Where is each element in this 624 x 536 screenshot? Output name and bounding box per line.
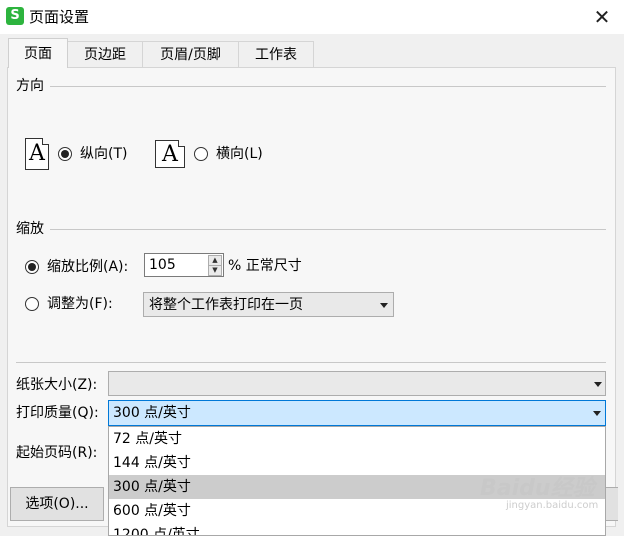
section-divider (50, 229, 606, 230)
scale-suffix: % 正常尺寸 (228, 258, 302, 274)
ok-button[interactable] (604, 487, 618, 521)
portrait-page-icon: A (25, 138, 49, 170)
paper-size-select[interactable] (108, 371, 606, 396)
scaling-section-label: 缩放 (16, 221, 44, 237)
portrait-label[interactable]: 纵向(T) (80, 145, 127, 163)
spin-down-button[interactable]: ▼ (208, 265, 222, 276)
tab-margins[interactable]: 页边距 (67, 41, 143, 67)
scale-value: 105 (149, 257, 176, 273)
print-quality-value: 300 点/英寸 (113, 405, 191, 421)
fit-radio[interactable] (25, 297, 39, 311)
scale-label[interactable]: 缩放比例(A): (47, 258, 128, 276)
fit-label[interactable]: 调整为(F): (47, 295, 113, 313)
close-button[interactable]: ✕ (586, 3, 618, 31)
paper-size-label: 纸张大小(Z): (16, 377, 98, 393)
dialog-title: 页面设置 (29, 8, 90, 26)
tab-sheet[interactable]: 工作表 (238, 41, 314, 67)
chevron-down-icon (593, 411, 601, 416)
title-bar (0, 0, 624, 34)
fit-select[interactable]: 将整个工作表打印在一页 (143, 292, 394, 317)
scale-stepper[interactable]: 105 ▲ ▼ (144, 253, 224, 277)
dropdown-option[interactable]: 144 点/英寸 (109, 451, 605, 475)
first-page-label: 起始页码(R): (16, 445, 98, 461)
dropdown-option[interactable]: 72 点/英寸 (109, 427, 605, 451)
wps-spreadsheet-icon: S (6, 7, 24, 25)
watermark: Baidu经验 (480, 476, 595, 501)
options-button[interactable]: 选项(O)... (10, 487, 104, 521)
landscape-radio[interactable] (194, 147, 208, 161)
print-quality-select[interactable]: 300 点/英寸 (108, 400, 606, 426)
fit-select-value: 将整个工作表打印在一页 (149, 297, 303, 313)
orientation-section-label: 方向 (16, 78, 44, 94)
section-divider (16, 362, 606, 363)
landscape-page-icon: A (155, 140, 185, 168)
dropdown-option[interactable]: 1200 点/英寸 (109, 523, 605, 535)
portrait-radio[interactable] (58, 147, 72, 161)
section-divider (50, 86, 606, 87)
scale-radio[interactable] (25, 260, 39, 274)
tab-page[interactable]: 页面 (8, 38, 68, 68)
tab-header-footer[interactable]: 页眉/页脚 (142, 41, 239, 67)
chevron-down-icon (380, 303, 388, 308)
landscape-label[interactable]: 横向(L) (216, 145, 263, 163)
chevron-down-icon (594, 382, 602, 387)
print-quality-label: 打印质量(Q): (16, 405, 99, 421)
watermark-url: jingyan.baidu.com (506, 500, 599, 511)
